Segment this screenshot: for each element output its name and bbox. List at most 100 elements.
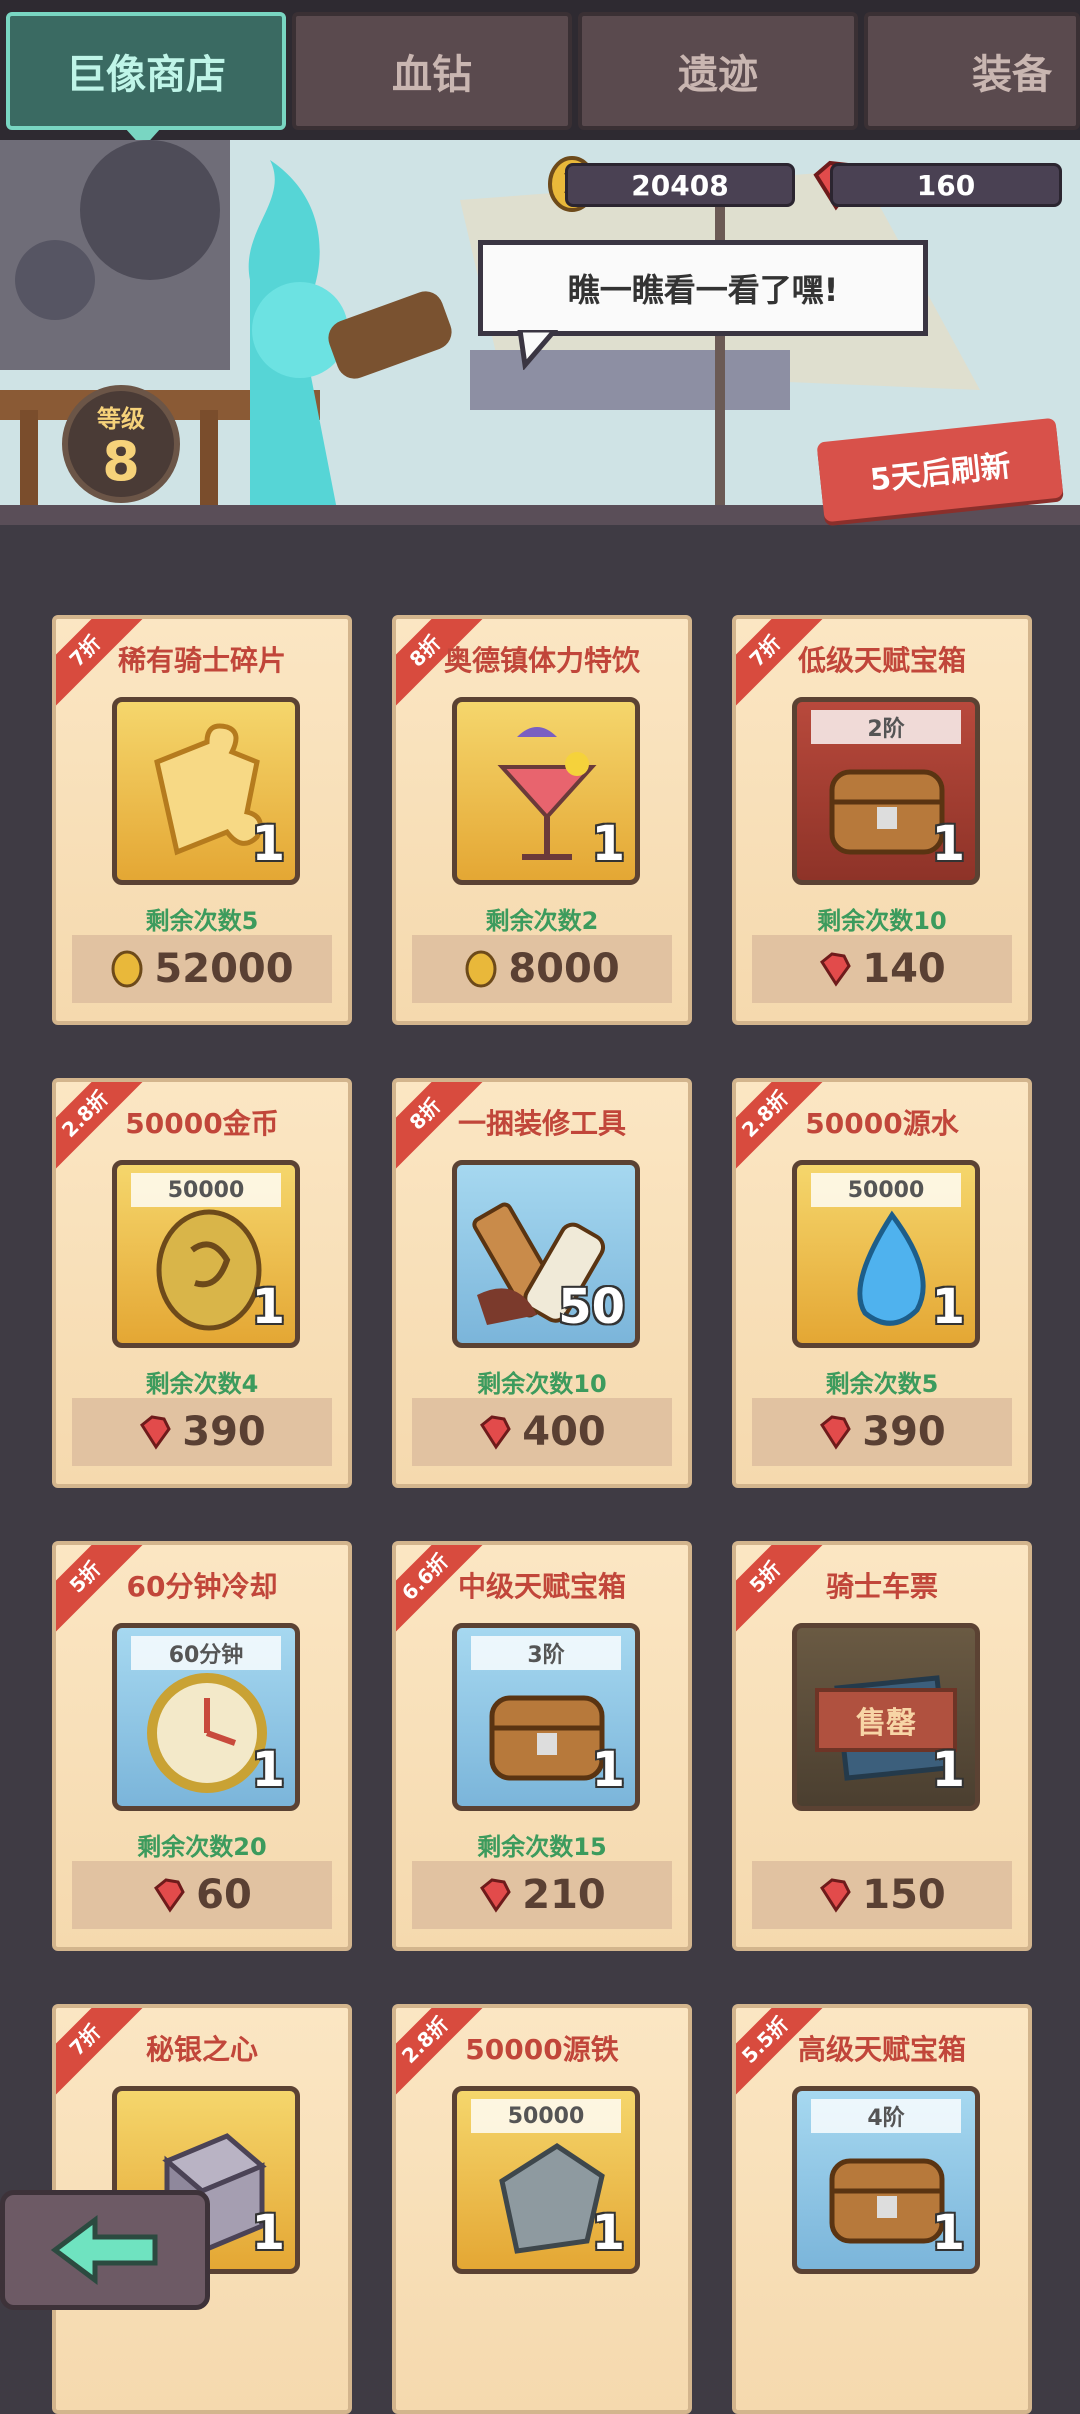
item-quantity: 1 [931, 1742, 965, 1798]
remaining-count: 剩余次数2 [485, 907, 599, 935]
price-button[interactable]: 52000 [72, 935, 332, 1003]
item-quantity: 1 [251, 1742, 285, 1798]
gem-icon [140, 1415, 171, 1450]
item-image: 50000 1 [452, 2086, 640, 2274]
item-quantity: 1 [251, 816, 285, 872]
item-quantity: 1 [931, 1279, 965, 1335]
shop-item-card[interactable]: 8折 奥德镇体力特饮 1 剩余次数2 8000 [392, 615, 692, 1025]
back-arrow-icon [50, 2215, 158, 2285]
gem-icon [480, 1415, 511, 1450]
item-tier-tag: 3阶 [471, 1636, 621, 1670]
item-quantity: 1 [931, 2205, 965, 2261]
item-name: 一捆装修工具 [457, 1107, 626, 1140]
item-amount-tag: 50000 [131, 1173, 281, 1207]
item-image: 60分钟 1 [112, 1623, 300, 1811]
shop-item-card[interactable]: 2.8折 50000金币 50000 1 剩余次数4 390 [52, 1078, 352, 1488]
shop-item-card[interactable]: 8折 一捆装修工具 50 剩余次数10 400 [392, 1078, 692, 1488]
price-button[interactable]: 390 [72, 1398, 332, 1466]
gem-icon [820, 1878, 851, 1913]
item-amount-tag: 50000 [811, 1173, 961, 1207]
shop-item-card[interactable]: 5折 60分钟冷却 60分钟 1 剩余次数20 60 [52, 1541, 352, 1951]
shop-item-card[interactable]: 2.8折 50000源水 50000 1 剩余次数5 390 [732, 1078, 1032, 1488]
level-label: 等级 [97, 405, 145, 433]
price-button[interactable]: 210 [412, 1861, 672, 1929]
item-name: 中级天赋宝箱 [457, 1570, 626, 1603]
gold-coin-icon [111, 950, 143, 988]
price-value: 140 [862, 946, 946, 992]
gold-coin-icon [465, 950, 497, 988]
remaining-count: 剩余次数10 [477, 1370, 607, 1398]
tab-equipment[interactable]: 装备 [864, 12, 1080, 130]
tab-bar: 巨像商店 血钻 遗迹 装备 [0, 0, 1080, 148]
remaining-count: 剩余次数5 [825, 1370, 939, 1398]
back-button[interactable] [0, 2190, 210, 2310]
gem-icon [480, 1878, 511, 1913]
item-image: 50 [452, 1160, 640, 1348]
level-value: 8 [102, 430, 140, 493]
shop-item-card[interactable]: 7折 稀有骑士碎片 1 剩余次数5 52000 [52, 615, 352, 1025]
item-tier-tag: 2阶 [811, 710, 961, 744]
shop-item-card[interactable]: 2.8折 50000源铁 50000 1 [392, 2004, 692, 2414]
tab-relics[interactable]: 遗迹 [578, 12, 858, 130]
price-value: 400 [522, 1409, 606, 1455]
remaining-count: 剩余次数10 [817, 907, 947, 935]
item-image: 1 [452, 697, 640, 885]
gem-icon [820, 1415, 851, 1450]
shop-item-card[interactable]: 6.6折 中级天赋宝箱 3阶 1 剩余次数15 210 [392, 1541, 692, 1951]
gold-balance: 20408 [565, 163, 795, 207]
price-button[interactable]: 140 [752, 935, 1012, 1003]
item-image: 50000 1 [792, 1160, 980, 1348]
item-name: 高级天赋宝箱 [797, 2033, 966, 2066]
remaining-count: 剩余次数5 [145, 907, 259, 935]
price-value: 210 [522, 1872, 606, 1918]
price-button[interactable]: 8000 [412, 935, 672, 1003]
price-button[interactable]: 400 [412, 1398, 672, 1466]
item-name: 奥德镇体力特饮 [443, 644, 640, 677]
price-value: 52000 [154, 946, 294, 992]
item-name: 秘银之心 [145, 2033, 258, 2066]
item-name: 50000源铁 [465, 2033, 619, 2066]
item-image: 2阶 1 [792, 697, 980, 885]
item-name: 50000金币 [125, 1107, 279, 1140]
item-quantity: 1 [251, 1279, 285, 1335]
price-button[interactable]: 60 [72, 1861, 332, 1929]
item-image: 4阶 1 [792, 2086, 980, 2274]
item-name: 骑士车票 [825, 1570, 938, 1603]
gem-icon [154, 1878, 185, 1913]
item-quantity: 1 [251, 2205, 285, 2261]
item-quantity: 1 [591, 2205, 625, 2261]
item-tier-tag: 4阶 [811, 2099, 961, 2133]
item-name: 低级天赋宝箱 [797, 644, 966, 677]
price-value: 60 [196, 1872, 252, 1918]
price-value: 390 [862, 1409, 946, 1455]
shop-item-card[interactable]: 5.5折 高级天赋宝箱 4阶 1 [732, 2004, 1032, 2414]
price-button[interactable]: 150 [752, 1861, 1012, 1929]
price-value: 150 [862, 1872, 946, 1918]
item-name: 稀有骑士碎片 [117, 644, 286, 677]
price-value: 8000 [508, 946, 620, 992]
price-button[interactable]: 390 [752, 1398, 1012, 1466]
item-quantity: 1 [931, 816, 965, 872]
tab-blood-diamond[interactable]: 血钻 [292, 12, 572, 130]
item-image: 1 [112, 697, 300, 885]
item-name: 60分钟冷却 [126, 1570, 278, 1603]
remaining-count: 剩余次数20 [137, 1833, 267, 1861]
price-value: 390 [182, 1409, 266, 1455]
speech-bubble-tail [517, 330, 559, 370]
speech-bubble: 瞧一瞧看一看了嘿! [478, 240, 928, 336]
item-image: 3阶 1 [452, 1623, 640, 1811]
remaining-count: 剩余次数4 [145, 1370, 259, 1398]
tab-colossus-shop[interactable]: 巨像商店 [6, 12, 286, 130]
item-quantity: 50 [558, 1279, 625, 1335]
shop-item-card[interactable]: 5折 骑士车票 售罄 1 150 [732, 1541, 1032, 1951]
remaining-count: 剩余次数15 [477, 1833, 607, 1861]
item-duration-tag: 60分钟 [131, 1636, 281, 1670]
item-quantity: 1 [591, 816, 625, 872]
gem-icon [820, 952, 851, 987]
level-badge: 等级 8 [62, 385, 180, 503]
item-quantity: 1 [591, 1742, 625, 1798]
item-image: 售罄 1 [792, 1623, 980, 1811]
shop-item-card[interactable]: 7折 低级天赋宝箱 2阶 1 剩余次数10 140 [732, 615, 1032, 1025]
item-name: 50000源水 [805, 1107, 959, 1140]
item-amount-tag: 50000 [471, 2099, 621, 2133]
